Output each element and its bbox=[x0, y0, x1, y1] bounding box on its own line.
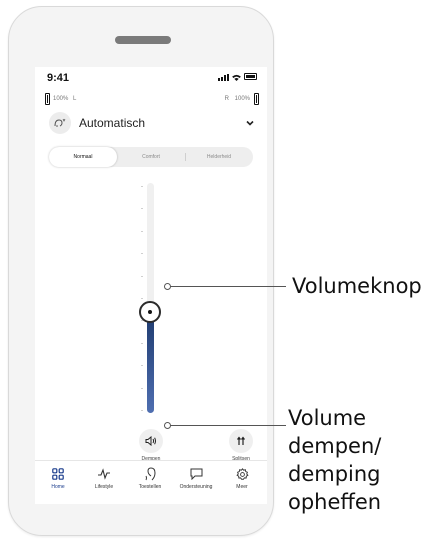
tab-ondersteuning[interactable]: Ondersteuning bbox=[173, 467, 219, 490]
volume-slider-track[interactable] bbox=[147, 183, 154, 413]
volume-tick bbox=[141, 342, 143, 344]
volume-tick bbox=[141, 410, 143, 411]
tab-label-ondersteuning: Ondersteuning bbox=[179, 484, 213, 490]
volume-tick bbox=[141, 230, 143, 232]
right-side-label: R bbox=[224, 96, 229, 102]
gear-icon bbox=[235, 467, 249, 480]
home-grid-icon bbox=[52, 468, 64, 480]
right-battery-icon bbox=[254, 93, 259, 105]
callout-mute-line-4: opheffen bbox=[288, 490, 382, 514]
volume-tick bbox=[141, 275, 143, 277]
volume-knob[interactable] bbox=[139, 301, 161, 323]
hearing-aid-icon bbox=[145, 467, 156, 481]
callout-mute-line-3: demping bbox=[288, 462, 381, 486]
chat-bubble-icon bbox=[190, 468, 202, 480]
status-icons bbox=[218, 73, 257, 81]
split-button[interactable] bbox=[229, 429, 253, 453]
tab-label-toestellen: Toestellen bbox=[138, 484, 162, 490]
tab-home[interactable]: Home bbox=[35, 467, 81, 490]
mode-tab-comfort[interactable]: Comfort bbox=[117, 147, 185, 167]
tab-label-lifestyle: Lifestyle bbox=[94, 484, 114, 490]
volume-tick bbox=[141, 365, 143, 367]
program-selector[interactable]: Automatisch bbox=[45, 111, 259, 135]
callout-line-mute bbox=[168, 425, 286, 426]
bottom-tab-bar: Home Lifestyle Toestellen Ondersteuning … bbox=[35, 460, 267, 504]
left-battery-percent: 100% bbox=[53, 96, 69, 102]
mode-segmented-control: Normaal Comfort Helderheid bbox=[49, 147, 253, 167]
speaker-icon bbox=[145, 436, 156, 446]
volume-tick bbox=[141, 298, 143, 299]
volume-knob-dot bbox=[148, 310, 152, 314]
volume-slider-fill bbox=[147, 312, 154, 413]
activity-icon bbox=[98, 468, 110, 480]
volume-tick bbox=[141, 208, 143, 210]
callout-volume-knob: Volumeknop bbox=[292, 274, 422, 298]
status-time: 9:41 bbox=[47, 72, 70, 84]
left-side-label: L bbox=[73, 96, 77, 102]
tab-label-home: Home bbox=[51, 484, 65, 490]
program-name: Automatisch bbox=[79, 116, 146, 130]
auto-program-icon bbox=[49, 112, 71, 134]
phone-frame: 9:41 100% L R 100% Automatisch Normaal C… bbox=[8, 6, 274, 536]
hearing-aid-battery-row: 100% L R 100% bbox=[45, 93, 259, 107]
right-battery-percent: 100% bbox=[234, 96, 250, 102]
mode-tab-helderheid[interactable]: Helderheid bbox=[185, 147, 253, 167]
volume-tick bbox=[141, 387, 143, 389]
callout-dot-mute bbox=[164, 422, 171, 429]
split-arrows-icon bbox=[237, 436, 245, 445]
callout-line-volume-knob bbox=[168, 286, 286, 287]
tab-meer[interactable]: Meer bbox=[219, 467, 265, 490]
phone-speaker bbox=[115, 36, 171, 44]
callout-mute-line-2: dempen/ bbox=[288, 434, 382, 458]
tab-toestellen[interactable]: Toestellen bbox=[127, 467, 173, 490]
callout-mute: Volume dempen/ demping opheffen bbox=[288, 404, 381, 516]
volume-tick bbox=[141, 186, 143, 187]
chevron-down-icon[interactable] bbox=[245, 118, 255, 128]
tab-lifestyle[interactable]: Lifestyle bbox=[81, 467, 127, 490]
volume-tick bbox=[141, 253, 143, 255]
status-bar: 9:41 bbox=[35, 67, 267, 93]
callout-mute-line-1: Volume bbox=[288, 406, 367, 430]
mode-tab-normaal[interactable]: Normaal bbox=[49, 147, 117, 167]
mute-button[interactable] bbox=[139, 429, 163, 453]
signal-icon bbox=[218, 74, 229, 81]
tab-label-meer: Meer bbox=[236, 484, 248, 490]
phone-battery-icon bbox=[244, 73, 257, 80]
callout-dot-volume-knob bbox=[164, 283, 171, 290]
wifi-icon bbox=[232, 74, 241, 81]
left-battery-icon bbox=[45, 93, 50, 105]
